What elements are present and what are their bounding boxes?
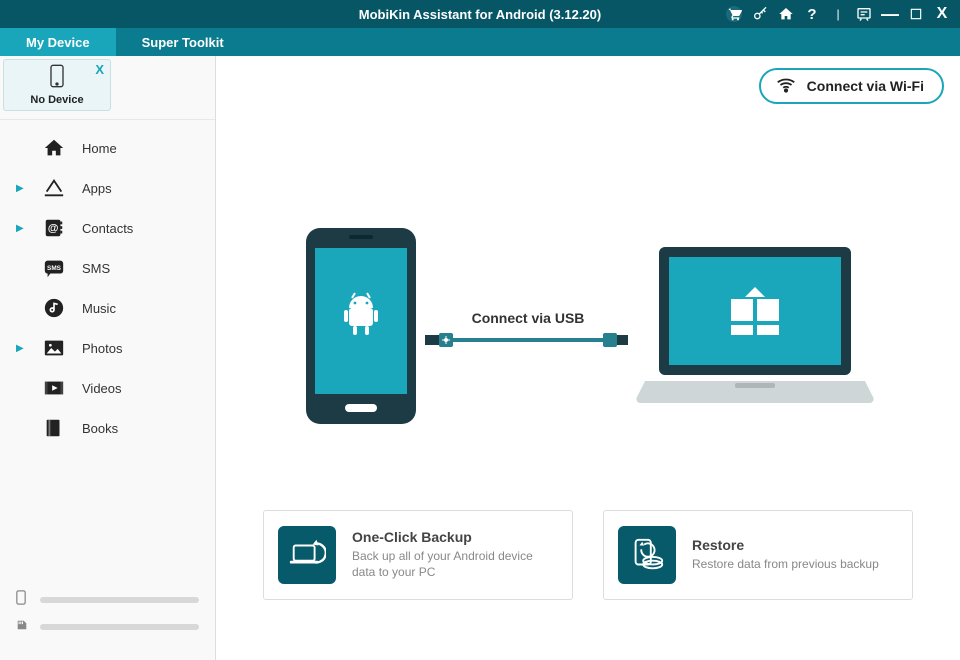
laptop-illustration xyxy=(635,241,875,416)
sms-icon: SMS xyxy=(42,256,66,280)
sidebar-item-apps[interactable]: ▶ Apps xyxy=(0,168,215,208)
backup-icon xyxy=(278,526,336,584)
tabbar: My Device Super Toolkit xyxy=(0,28,960,56)
music-icon xyxy=(42,296,66,320)
titlebar-controls: ? | — X xyxy=(726,6,960,22)
tab-super-toolkit[interactable]: Super Toolkit xyxy=(116,28,250,56)
backup-title: One-Click Backup xyxy=(352,529,558,545)
contacts-icon: @ xyxy=(42,216,66,240)
close-icon[interactable]: X xyxy=(934,6,950,22)
nav: Home ▶ Apps ▶ @ Contacts SMS xyxy=(0,119,215,448)
storage-bar xyxy=(40,624,199,630)
backup-desc: Back up all of your Android device data … xyxy=(352,549,558,580)
videos-icon xyxy=(42,376,66,400)
storage-meters xyxy=(0,580,215,660)
sidebar-item-videos[interactable]: Videos xyxy=(0,368,215,408)
home-icon[interactable] xyxy=(778,6,794,22)
device-close-icon[interactable]: X xyxy=(95,62,104,77)
sidebar-item-label: Contacts xyxy=(82,221,133,236)
restore-icon xyxy=(618,526,676,584)
svg-text:SMS: SMS xyxy=(47,265,62,272)
backup-card[interactable]: One-Click Backup Back up all of your And… xyxy=(263,510,573,600)
action-cards: One-Click Backup Back up all of your And… xyxy=(216,510,960,600)
usb-plug-right-icon xyxy=(603,332,631,348)
connect-usb-label: Connect via USB xyxy=(472,310,585,326)
books-icon xyxy=(42,416,66,440)
sidebar-item-home[interactable]: Home xyxy=(0,128,215,168)
sidebar-item-label: Photos xyxy=(82,341,122,356)
illustration: Connect via USB xyxy=(216,226,960,431)
main-content: Connect via Wi-Fi xyxy=(216,56,960,660)
sidebar-item-label: Books xyxy=(82,421,118,436)
cart-icon[interactable] xyxy=(726,6,742,22)
maximize-icon[interactable] xyxy=(908,6,924,22)
divider: | xyxy=(830,6,846,22)
apps-icon xyxy=(42,176,66,200)
usb-plug-left-icon xyxy=(425,332,453,348)
sidebar-item-label: Apps xyxy=(82,181,112,196)
sd-card-icon xyxy=(16,618,30,636)
usb-cable: Connect via USB xyxy=(425,310,631,348)
device-chip[interactable]: X No Device xyxy=(3,59,111,111)
help-icon[interactable]: ? xyxy=(804,6,820,22)
sidebar-item-contacts[interactable]: ▶ @ Contacts xyxy=(0,208,215,248)
sidebar-item-label: Home xyxy=(82,141,117,156)
expand-icon[interactable]: ▶ xyxy=(16,223,26,234)
storage-bar xyxy=(40,597,199,603)
storage-internal xyxy=(16,590,199,610)
sidebar-item-label: Videos xyxy=(82,381,122,396)
phone-icon xyxy=(49,64,65,93)
android-phone-illustration xyxy=(301,226,421,431)
sidebar: X No Device Home ▶ Apps ▶ xyxy=(0,56,216,660)
usb-wire xyxy=(453,338,603,342)
sidebar-item-books[interactable]: Books xyxy=(0,408,215,448)
device-label: No Device xyxy=(30,94,83,106)
photos-icon xyxy=(42,336,66,360)
expand-icon[interactable]: ▶ xyxy=(16,183,26,194)
svg-text:@: @ xyxy=(48,223,59,235)
device-storage-icon xyxy=(16,590,30,610)
sidebar-item-music[interactable]: Music xyxy=(0,288,215,328)
wifi-button-label: Connect via Wi-Fi xyxy=(807,78,924,94)
sidebar-item-label: Music xyxy=(82,301,116,316)
restore-desc: Restore data from previous backup xyxy=(692,557,879,573)
wifi-icon xyxy=(775,74,797,99)
restore-card[interactable]: Restore Restore data from previous backu… xyxy=(603,510,913,600)
sidebar-item-photos[interactable]: ▶ Photos xyxy=(0,328,215,368)
restore-title: Restore xyxy=(692,537,879,553)
feedback-icon[interactable] xyxy=(856,6,872,22)
sidebar-item-sms[interactable]: SMS SMS xyxy=(0,248,215,288)
sidebar-item-label: SMS xyxy=(82,261,110,276)
key-icon[interactable] xyxy=(752,6,768,22)
connect-wifi-button[interactable]: Connect via Wi-Fi xyxy=(759,68,944,104)
tab-my-device[interactable]: My Device xyxy=(0,28,116,56)
home-icon xyxy=(42,136,66,160)
titlebar: MobiKin Assistant for Android (3.12.20) … xyxy=(0,0,960,28)
app-title: MobiKin Assistant for Android (3.12.20) xyxy=(359,7,601,22)
minimize-icon[interactable]: — xyxy=(882,6,898,22)
expand-icon[interactable]: ▶ xyxy=(16,343,26,354)
storage-sd xyxy=(16,618,199,636)
